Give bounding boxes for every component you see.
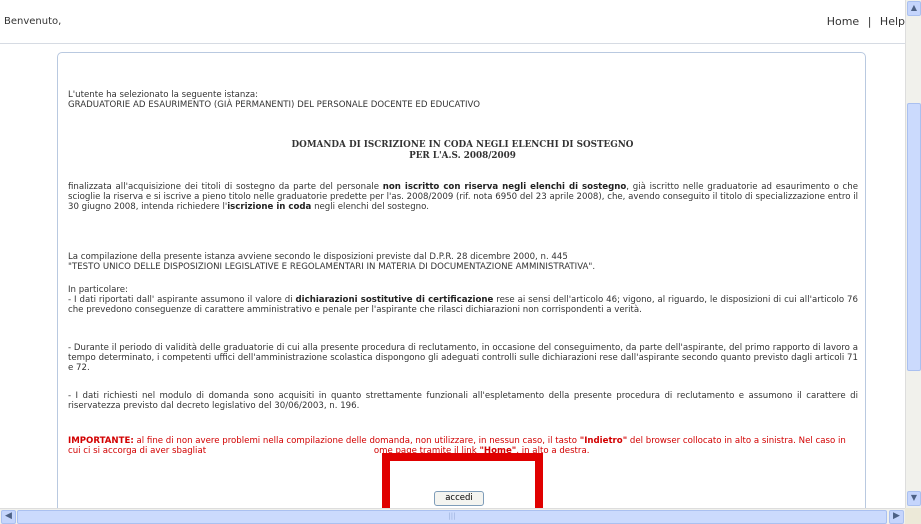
intro-line-1: L'utente ha selezionato la seguente ista… bbox=[68, 90, 258, 100]
vertical-scroll-thumb[interactable] bbox=[907, 103, 921, 371]
scrollbar-corner bbox=[905, 508, 921, 524]
paragraph-privacy: - I dati richiesti nel modulo di domanda… bbox=[68, 391, 858, 411]
paragraph-dpr-line-2: "TESTO UNICO DELLE DISPOSIZIONI LEGISLAT… bbox=[68, 262, 596, 272]
horizontal-scrollbar[interactable]: ◀ ||| ▶ bbox=[0, 508, 905, 524]
top-bar: Benvenuto, Home | Help bbox=[0, 0, 905, 44]
arrow-right-icon[interactable]: ▶ bbox=[889, 510, 904, 524]
help-link[interactable]: Help bbox=[880, 15, 905, 28]
arrow-up-icon[interactable]: ▲ bbox=[907, 1, 921, 16]
intro-line-2: GRADUATORIE AD ESAURIMENTO (GIÀ PERMANEN… bbox=[68, 100, 480, 110]
arrow-left-icon[interactable]: ◀ bbox=[1, 510, 16, 524]
top-links: Home | Help bbox=[827, 15, 905, 28]
arrow-down-icon[interactable]: ▼ bbox=[907, 491, 921, 506]
welcome-text: Benvenuto, bbox=[4, 16, 62, 27]
vertical-scrollbar[interactable]: ▲ ▼ bbox=[905, 0, 921, 508]
page-title-line-1: DOMANDA DI ISCRIZIONE IN CODA NEGLI ELEN… bbox=[291, 140, 634, 150]
link-separator: | bbox=[867, 15, 872, 28]
paragraph-validita: - Durante il periodo di validità delle g… bbox=[68, 343, 858, 373]
paragraph-dichiarazioni: - I dati riportati dall' aspirante assum… bbox=[68, 295, 858, 315]
particolare-heading: In particolare: bbox=[68, 285, 128, 295]
paragraph-dpr-line-1: La compilazione della presente istanza a… bbox=[68, 252, 568, 262]
instructions-panel: L'utente ha selezionato la seguente ista… bbox=[57, 52, 866, 522]
horizontal-scroll-thumb[interactable]: ||| bbox=[17, 510, 887, 524]
home-link[interactable]: Home bbox=[827, 15, 859, 28]
page-title-line-2: PER L'A.S. 2008/2009 bbox=[409, 151, 516, 161]
paragraph-purpose: finalizzata all'acquisizione dei titoli … bbox=[68, 182, 859, 212]
